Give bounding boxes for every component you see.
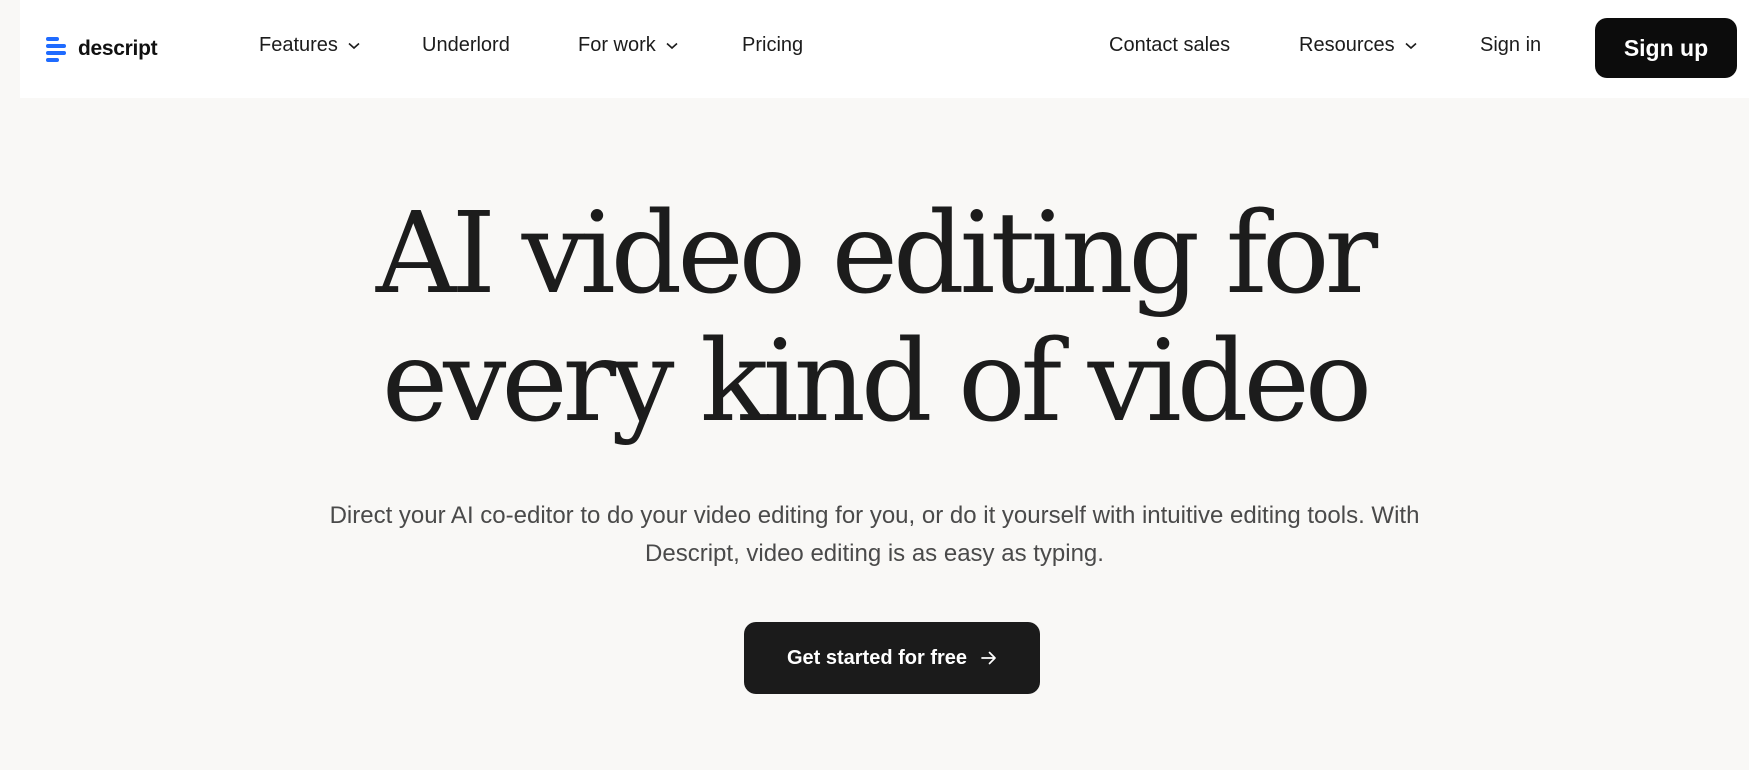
nav-item-contact-sales[interactable]: Contact sales xyxy=(1109,34,1230,57)
nav-item-label: Sign in xyxy=(1480,34,1542,56)
nav-item-for-work[interactable]: For work xyxy=(578,34,678,57)
get-started-label: Get started for free xyxy=(786,646,968,669)
chevron-down-icon xyxy=(348,42,360,49)
nav-item-resources[interactable]: Resources xyxy=(1299,34,1417,57)
arrow-right-icon xyxy=(981,651,996,665)
nav-item-label: For work xyxy=(578,34,656,56)
nav-item-features[interactable]: Features xyxy=(259,34,360,57)
nav-item-label: Features xyxy=(259,34,338,56)
nav-item-label: Contact sales xyxy=(1109,34,1231,56)
hero-headline: AI video editing for every kind of video xyxy=(0,190,1749,446)
page: descript Features Underlord For work Pri… xyxy=(0,0,1749,770)
hero-headline-line-2: every kind of video xyxy=(381,317,1372,447)
hero-subtext: Direct your AI co-editor to do your vide… xyxy=(0,497,1749,573)
site-header: descript Features Underlord For work Pri… xyxy=(20,0,1749,98)
hero-headline-line-1: AI video editing for xyxy=(375,189,1378,319)
hero-subtext-line-1: Direct your AI co-editor to do your vide… xyxy=(329,502,1420,529)
nav-item-label: Underlord xyxy=(422,34,510,56)
get-started-button[interactable]: Get started for free xyxy=(744,622,1040,694)
nav-item-sign-in[interactable]: Sign in xyxy=(1480,34,1541,57)
brand-name: descript xyxy=(78,37,158,60)
nav-item-label: Resources xyxy=(1299,34,1395,56)
nav-item-underlord[interactable]: Underlord xyxy=(422,34,510,57)
sign-up-button[interactable]: Sign up xyxy=(1595,18,1737,78)
hero-subtext-line-2: Descript, video editing is as easy as ty… xyxy=(645,540,1104,567)
chevron-down-icon xyxy=(666,42,678,49)
nav-item-pricing[interactable]: Pricing xyxy=(742,34,803,57)
nav-item-label: Pricing xyxy=(742,34,804,56)
chevron-down-icon xyxy=(1405,42,1417,49)
brand-logo[interactable]: descript xyxy=(46,36,158,62)
descript-logo-icon xyxy=(46,37,66,62)
